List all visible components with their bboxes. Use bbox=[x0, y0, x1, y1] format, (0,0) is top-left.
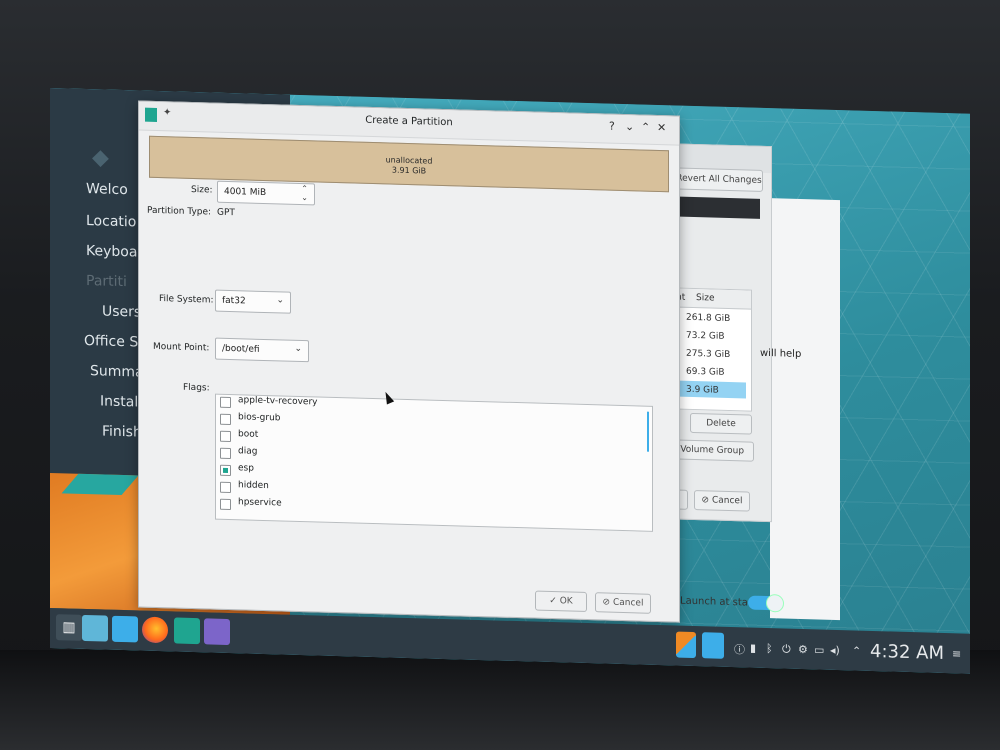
sidebar-item-location: Locatio bbox=[86, 213, 137, 231]
cancel-icon: ⊘ bbox=[701, 495, 712, 506]
help-text: will help bbox=[760, 347, 802, 360]
flag-label: hpservice bbox=[238, 497, 282, 509]
close-icon[interactable]: ✕ bbox=[657, 121, 666, 134]
info-icon[interactable]: ⓘ bbox=[734, 641, 745, 657]
chevron-up-icon[interactable]: ⌃ bbox=[852, 644, 861, 657]
size-label: Size: bbox=[191, 184, 213, 196]
cancel-icon: ⊘ bbox=[602, 597, 613, 608]
check-icon: ✓ bbox=[549, 595, 560, 607]
launch-at-start-label: Launch at start bbox=[680, 595, 756, 609]
sidebar-item-install: Instal bbox=[100, 393, 139, 411]
mount-point-value: /boot/efi bbox=[222, 343, 260, 355]
table-cell: 69.3 GiB bbox=[686, 366, 725, 378]
firefox-icon[interactable] bbox=[142, 616, 168, 644]
table-cell: 3.9 GiB bbox=[686, 384, 719, 396]
desktop-icon[interactable] bbox=[82, 614, 108, 642]
file-system-value: fat32 bbox=[222, 295, 246, 307]
toggle-knob bbox=[766, 593, 784, 613]
partition-type-value: GPT bbox=[217, 207, 235, 219]
sidebar-item-partitions: Partiti bbox=[86, 273, 127, 291]
flag-label: esp bbox=[238, 463, 254, 474]
create-partition-dialog: ✦ Create a Partition ? ⌄ ⌃ ✕ unallocated… bbox=[138, 100, 680, 623]
flag-label: diag bbox=[238, 446, 258, 457]
cancel-label: Cancel bbox=[612, 597, 644, 609]
partition-type-label: Partition Type: bbox=[147, 205, 212, 218]
checkbox[interactable] bbox=[220, 447, 231, 460]
flags-scrollbar[interactable] bbox=[647, 411, 649, 452]
clock[interactable]: 4:32 AM bbox=[870, 641, 944, 664]
table-cell: 261.8 GiB bbox=[686, 312, 731, 325]
cancel-button[interactable]: ⊘ Cancel bbox=[595, 592, 651, 614]
checkbox-checked[interactable] bbox=[220, 464, 231, 477]
table-cell: 275.3 GiB bbox=[686, 348, 731, 361]
file-manager-icon[interactable] bbox=[112, 615, 138, 643]
mount-point-combobox[interactable]: /boot/efi ⌄ bbox=[215, 337, 309, 363]
checkbox[interactable] bbox=[220, 396, 231, 409]
checkbox[interactable] bbox=[220, 498, 231, 511]
app-launcher-icon[interactable]: ▥ bbox=[56, 614, 82, 641]
size-value: 4001 MiB bbox=[224, 186, 267, 199]
flags-list: apple-tv-recovery bios-grub boot diag es… bbox=[215, 393, 653, 532]
table-cell: 73.2 GiB bbox=[686, 330, 725, 342]
cancel-button[interactable]: ⊘ Cancel bbox=[694, 489, 750, 512]
app-tray-icon[interactable] bbox=[676, 631, 696, 659]
screen: ◆ Welco Locatio Keyboa Partiti Users Off… bbox=[50, 88, 970, 674]
flag-label: boot bbox=[238, 429, 259, 440]
battery-icon[interactable]: ▭ bbox=[814, 643, 824, 656]
size-spinbox[interactable]: 4001 MiB ⌃ ⌄ bbox=[217, 180, 315, 206]
col-size: Size bbox=[696, 293, 715, 304]
help-icon[interactable]: ? bbox=[609, 120, 615, 133]
flag-label: bios-grub bbox=[238, 412, 281, 424]
sidebar-item-keyboard: Keyboa bbox=[86, 243, 138, 261]
chevron-down-icon: ⌄ bbox=[276, 295, 284, 306]
menu-icon[interactable]: ≡ bbox=[952, 647, 961, 660]
file-system-select[interactable]: fat32 ⌄ bbox=[215, 289, 291, 314]
maximize-icon[interactable]: ⌃ bbox=[641, 121, 650, 134]
settings-icon[interactable]: ⚙ bbox=[798, 643, 808, 656]
sidebar-item-summary: Summa bbox=[90, 363, 144, 381]
revert-all-changes-button[interactable]: Revert All Changes bbox=[675, 167, 763, 192]
dialog-title: Create a Partition bbox=[365, 114, 453, 129]
sidebar-item-finish: Finish bbox=[102, 423, 142, 441]
chevron-down-icon: ⌄ bbox=[294, 343, 302, 355]
welcome-window bbox=[770, 198, 840, 621]
delete-button[interactable]: Delete bbox=[690, 412, 752, 435]
folder-tray-icon[interactable] bbox=[702, 632, 724, 659]
ok-button[interactable]: ✓ OK bbox=[535, 590, 587, 612]
mount-point-label: Mount Point: bbox=[153, 341, 210, 354]
installer-task-icon[interactable] bbox=[174, 617, 200, 645]
usb-icon[interactable]: ▮ bbox=[750, 642, 756, 655]
power-icon[interactable]: ⏻ bbox=[782, 642, 791, 656]
sidebar-item-users: Users bbox=[102, 303, 142, 321]
ok-label: OK bbox=[559, 596, 573, 607]
volume-icon[interactable]: ◂) bbox=[830, 644, 840, 657]
sidebar-item-welcome: Welco bbox=[86, 181, 128, 199]
minimize-icon[interactable]: ⌄ bbox=[625, 120, 634, 133]
installer-logo: ◆ bbox=[92, 145, 109, 171]
bluetooth-icon[interactable]: ᛒ bbox=[766, 642, 773, 655]
checkbox[interactable] bbox=[220, 430, 231, 443]
file-system-label: File System: bbox=[159, 294, 214, 306]
checkbox[interactable] bbox=[220, 481, 231, 494]
checkbox[interactable] bbox=[220, 413, 231, 426]
spin-arrows-icon[interactable]: ⌃ ⌄ bbox=[301, 184, 308, 202]
flag-label: hidden bbox=[238, 480, 269, 492]
flag-label: apple-tv-recovery bbox=[238, 395, 318, 408]
cancel-label: Cancel bbox=[711, 495, 743, 507]
flags-label: Flags: bbox=[183, 382, 210, 394]
install-task-icon[interactable] bbox=[204, 618, 230, 646]
